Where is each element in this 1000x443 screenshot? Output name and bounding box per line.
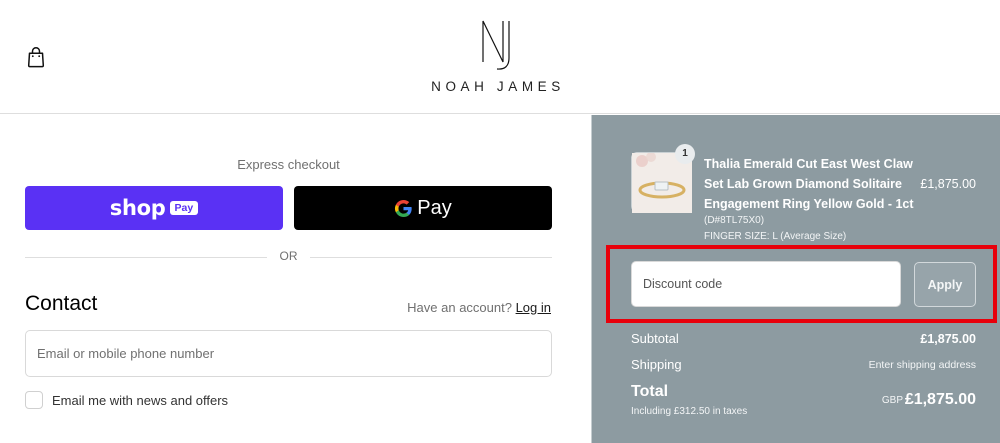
divider-line-right [310,257,552,258]
subtotal-label: Subtotal [631,331,679,346]
subtotal-value: £1,875.00 [920,332,976,346]
google-g-icon [395,199,412,217]
login-link[interactable]: Log in [516,300,551,315]
shop-pay-button[interactable]: shop Pay [25,186,283,230]
product-sku: (D#8TL75X0) [704,215,765,226]
shipping-value: Enter shipping address [868,359,976,371]
shipping-label: Shipping [631,357,682,372]
total-value: £1,875.00 [904,391,976,408]
email-or-phone-input[interactable] [25,330,552,377]
tax-note: Including £312.50 in taxes [631,406,748,417]
quantity-badge: 1 [675,144,695,164]
news-opt-in-label: Email me with news and offers [52,392,229,408]
apply-discount-button[interactable]: Apply [914,262,976,307]
order-summary: 1 Thalia Emerald Cut East West Claw Set … [591,115,1000,443]
site-header: NOAH JAMES [0,0,1000,114]
express-checkout-label: Express checkout [237,157,340,172]
google-pay-button[interactable]: Pay [294,186,552,230]
google-pay-label: Pay [417,196,452,219]
news-opt-in[interactable]: Email me with news and offers [25,391,228,409]
or-label: OR [279,249,298,263]
account-prompt-row: Have an account? Log in [407,300,551,315]
or-divider: OR [25,249,552,265]
product-title: Thalia Emerald Cut East West Claw Set La… [704,157,914,211]
brand-name: NOAH JAMES [431,79,565,94]
shop-pay-wordmark: shop [109,196,166,220]
news-checkbox[interactable] [25,391,43,409]
shop-pay-badge: Pay [169,201,199,215]
discount-code-input[interactable] [631,261,901,307]
total-label: Total [631,383,669,400]
account-prompt: Have an account? [407,300,512,315]
shopping-bag-icon[interactable] [27,46,45,68]
contact-heading: Contact [25,292,98,315]
checkout-form-column: Express checkout shop Pay Pay OR Contact… [0,115,591,443]
product-price: £1,875.00 [920,177,976,191]
currency-code: GBP [881,395,903,406]
product-variant: FINGER SIZE: L (Average Size) [704,231,847,242]
nj-monogram-icon[interactable] [478,18,518,72]
